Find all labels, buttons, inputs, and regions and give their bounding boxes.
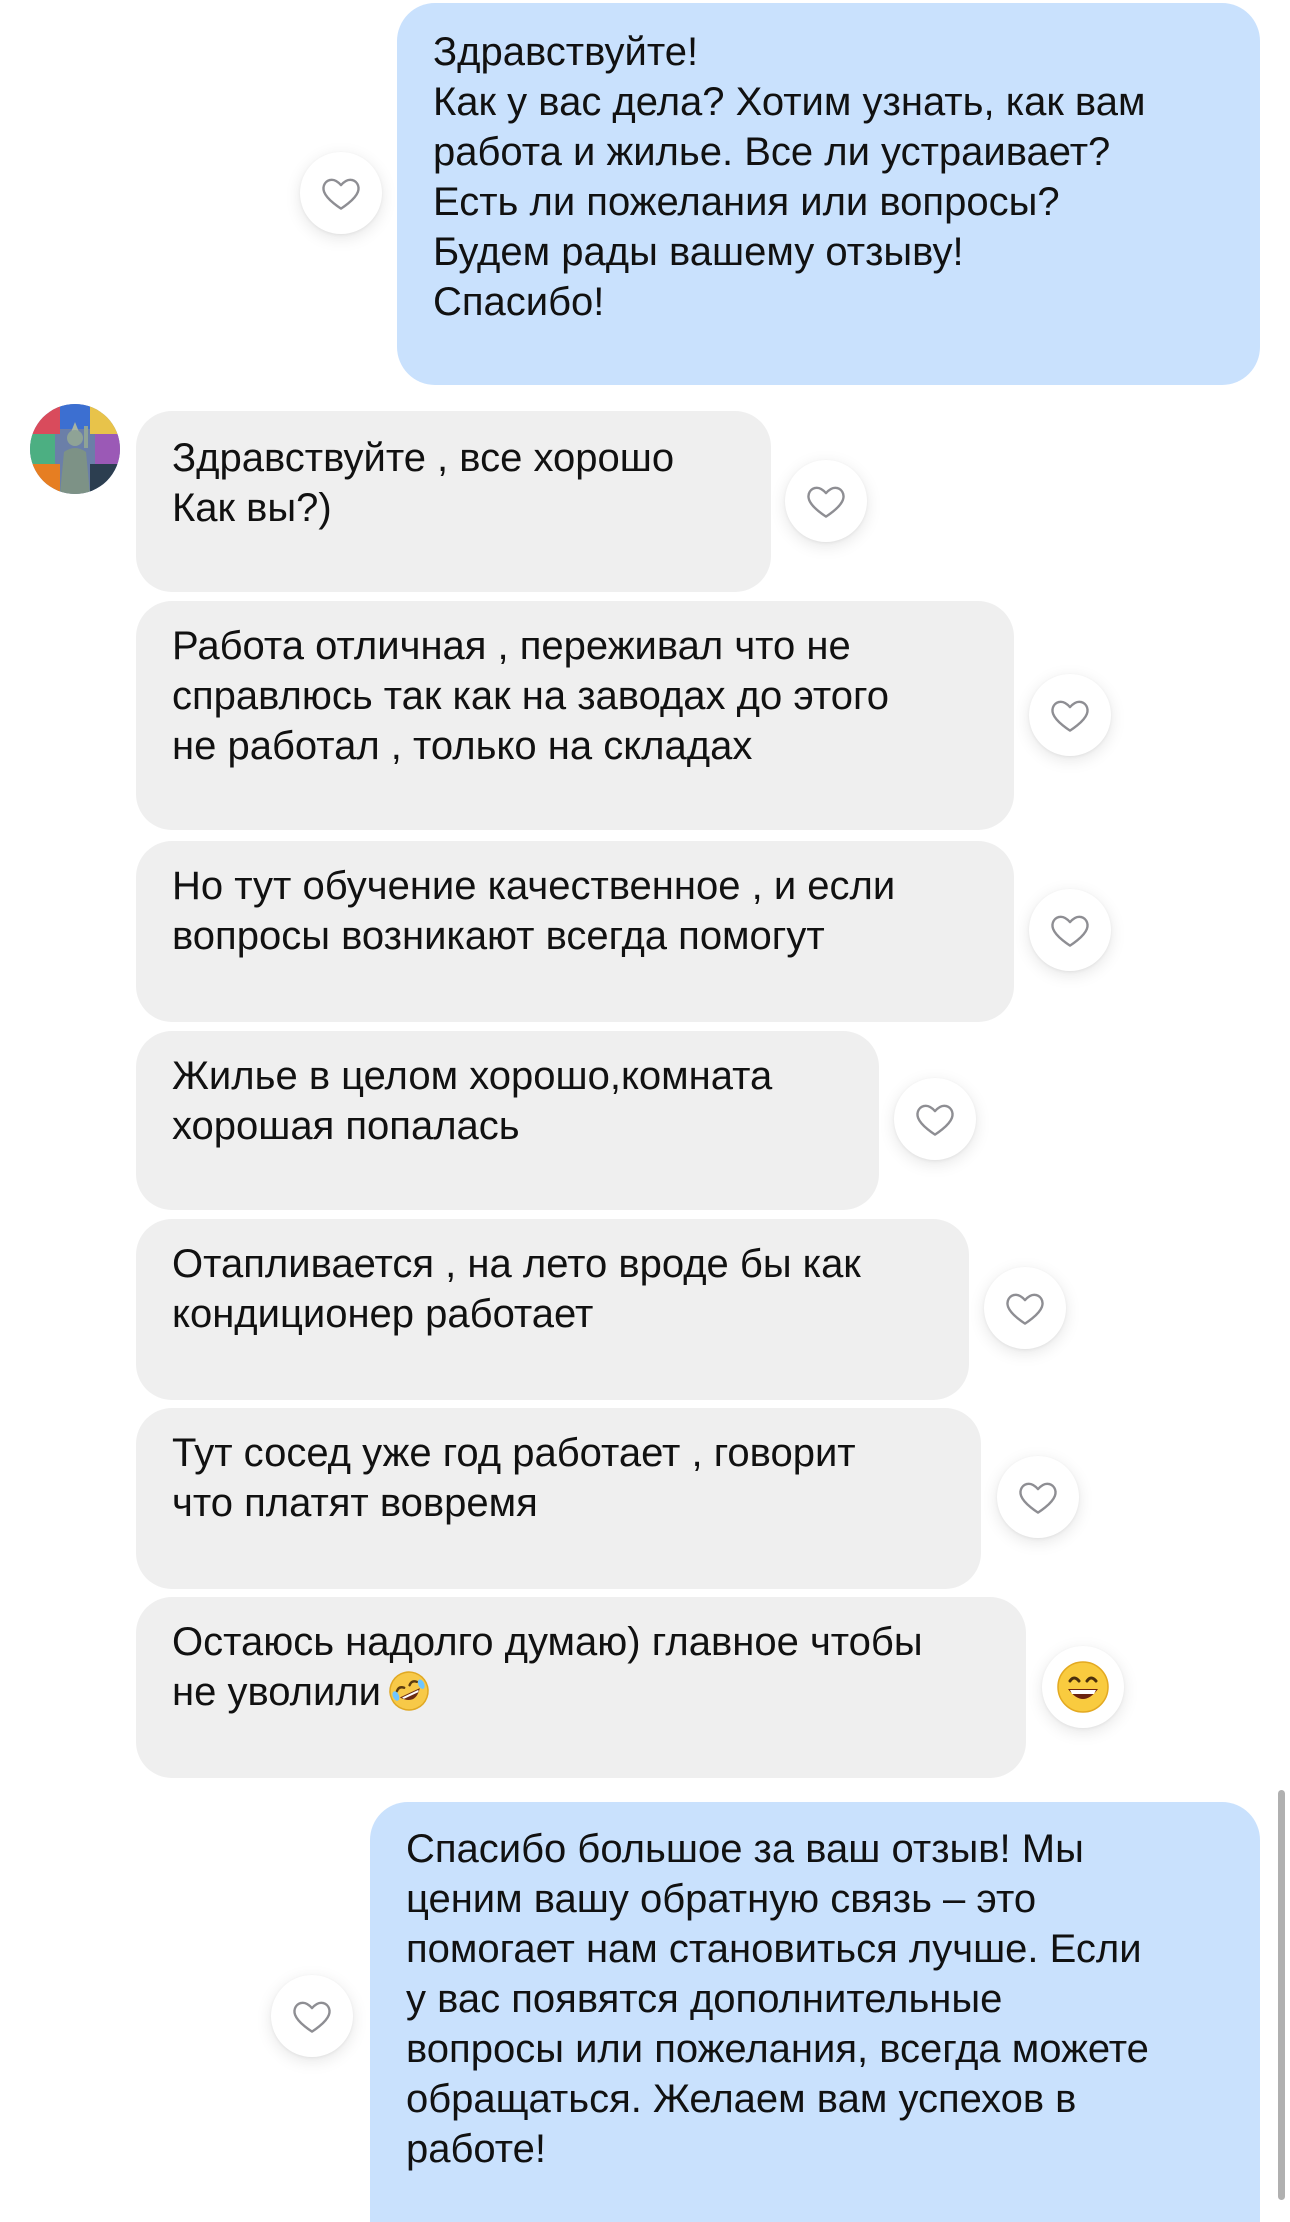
message-line: Как вы?): [172, 486, 332, 530]
message-line: ценим вашу обратную связь – это: [406, 1877, 1037, 1921]
heart-icon: [293, 2001, 331, 2033]
message-bubble-incoming[interactable]: Остаюсь надолго думаю) главное чтобы не …: [136, 1597, 1026, 1778]
heart-icon: [1051, 915, 1089, 947]
message-line: справлюсь так как на заводах до этого: [172, 674, 889, 718]
heart-icon: [1019, 1482, 1057, 1514]
message-bubble-incoming[interactable]: Тут сосед уже год работает , говорит что…: [136, 1408, 981, 1589]
message-line: Отапливается , на лето вроде бы как: [172, 1242, 861, 1286]
reaction-badge[interactable]: [1042, 1646, 1124, 1728]
message-line: вопросы или пожелания, всегда можете: [406, 2027, 1149, 2071]
message-line: кондиционер работает: [172, 1292, 594, 1336]
heart-icon: [807, 486, 845, 518]
contact-avatar[interactable]: [30, 404, 120, 494]
rolling-laughing-emoji-icon: [387, 1669, 431, 1713]
message-line: Будем рады вашему отзыву!: [433, 230, 964, 274]
message-line: обращаться. Желаем вам успехов в: [406, 2077, 1077, 2121]
message-line: Но тут обучение качественное , и если: [172, 864, 896, 908]
like-heart-button[interactable]: [984, 1267, 1066, 1349]
message-line: что платят вовремя: [172, 1481, 538, 1525]
message-line: вопросы возникают всегда помогут: [172, 914, 825, 958]
message-bubble-outgoing[interactable]: Здравствуйте! Как у вас дела? Хотим узна…: [397, 3, 1260, 385]
like-heart-button[interactable]: [894, 1078, 976, 1160]
like-heart-button[interactable]: [271, 1975, 353, 2057]
message-line: Работа отличная , переживал что не: [172, 624, 851, 668]
avatar-image: [30, 404, 120, 494]
message-line: Есть ли пожелания или вопросы?: [433, 180, 1060, 224]
message-line: Спасибо!: [433, 280, 605, 324]
message-line: работе!: [406, 2127, 546, 2171]
like-heart-button[interactable]: [997, 1456, 1079, 1538]
like-heart-button[interactable]: [785, 460, 867, 542]
heart-icon: [1051, 700, 1089, 732]
like-heart-button[interactable]: [1029, 889, 1111, 971]
heart-icon: [322, 178, 360, 210]
message-line: помогает нам становиться лучше. Если: [406, 1927, 1142, 1971]
scrollbar-thumb[interactable]: [1278, 1790, 1285, 2200]
message-line: не уволили: [172, 1667, 990, 1717]
grinning-face-emoji-icon: [1057, 1661, 1109, 1713]
message-bubble-outgoing[interactable]: Спасибо большое за ваш отзыв! Мы ценим в…: [370, 1802, 1260, 2222]
like-heart-button[interactable]: [1029, 674, 1111, 756]
message-bubble-incoming[interactable]: Здравствуйте , все хорошо Как вы?): [136, 411, 771, 592]
message-line: Как у вас дела? Хотим узнать, как вам: [433, 80, 1146, 124]
message-line: Спасибо большое за ваш отзыв! Мы: [406, 1827, 1084, 1871]
heart-icon: [1006, 1293, 1044, 1325]
message-line: работа и жилье. Все ли устраивает?: [433, 130, 1111, 174]
message-line: у вас появятся дополнительные: [406, 1977, 1003, 2021]
message-text: не уволили: [172, 1670, 381, 1714]
message-bubble-incoming[interactable]: Но тут обучение качественное , и если во…: [136, 841, 1014, 1022]
message-bubble-incoming[interactable]: Отапливается , на лето вроде бы как конд…: [136, 1219, 969, 1400]
message-line: Жилье в целом хорошо,комната: [172, 1054, 773, 1098]
message-line: не работал , только на складах: [172, 724, 753, 768]
message-bubble-incoming[interactable]: Работа отличная , переживал что не справ…: [136, 601, 1014, 830]
heart-icon: [916, 1104, 954, 1136]
message-bubble-incoming[interactable]: Жилье в целом хорошо,комната хорошая поп…: [136, 1031, 879, 1210]
message-line: Здравствуйте!: [433, 30, 699, 74]
message-line: Остаюсь надолго думаю) главное чтобы: [172, 1620, 923, 1664]
message-line: хорошая попалась: [172, 1104, 520, 1148]
like-heart-button[interactable]: [300, 152, 382, 234]
message-line: Здравствуйте , все хорошо: [172, 436, 675, 480]
message-line: Тут сосед уже год работает , говорит: [172, 1431, 856, 1475]
